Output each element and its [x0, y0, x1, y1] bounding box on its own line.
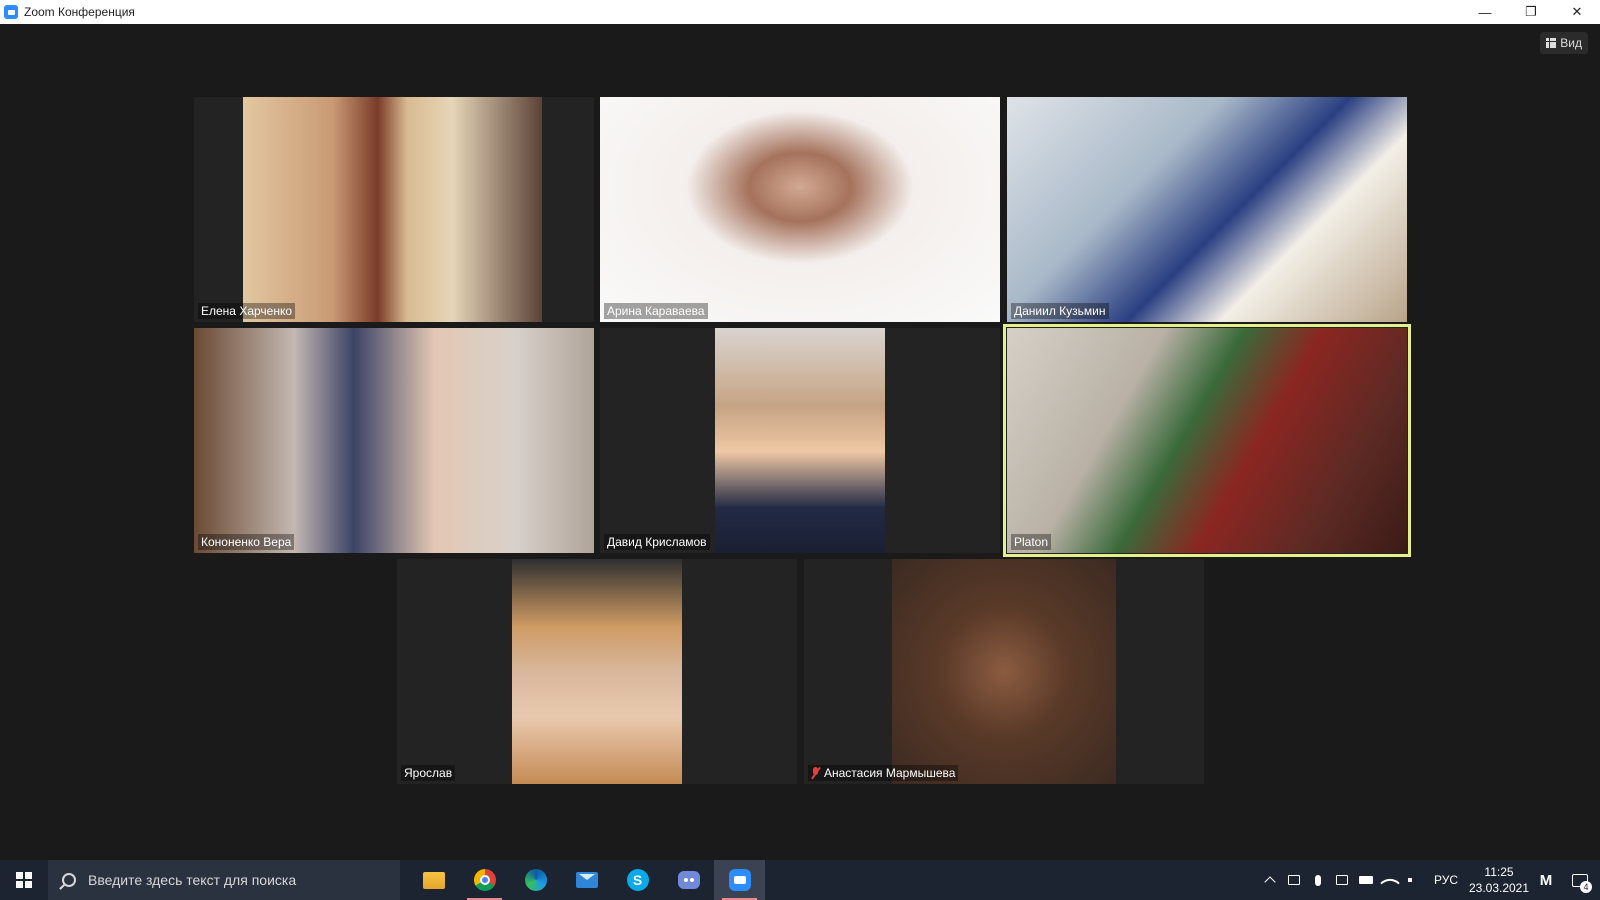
tray-microphone-icon[interactable]: [1306, 860, 1330, 900]
taskbar: Введите здесь текст для поиска S РУС 11:…: [0, 860, 1600, 900]
zoom-icon: [728, 869, 751, 891]
language-indicator[interactable]: РУС: [1426, 873, 1466, 887]
participant-video: [715, 328, 885, 553]
chevron-up-icon: [1264, 876, 1276, 888]
m-logo-icon[interactable]: M: [1532, 872, 1560, 889]
taskbar-mail[interactable]: [561, 860, 612, 900]
participant-name: Ярослав: [401, 765, 456, 781]
participant-name: Даниил Кузьмин: [1011, 303, 1109, 319]
participant-video: [243, 97, 542, 322]
participant-video: [194, 328, 594, 553]
taskbar-chrome[interactable]: [459, 860, 510, 900]
window-titlebar: Zoom Конференция — ❐ ✕: [0, 0, 1600, 24]
window-controls: — ❐ ✕: [1462, 0, 1600, 24]
folder-icon: [422, 871, 445, 889]
notification-center-button[interactable]: 4: [1560, 860, 1600, 900]
discord-icon: [677, 871, 700, 889]
participant-name: Platon: [1011, 534, 1052, 550]
search-icon: [62, 873, 76, 887]
taskbar-edge[interactable]: [510, 860, 561, 900]
taskbar-zoom[interactable]: [714, 860, 765, 900]
close-button[interactable]: ✕: [1554, 0, 1600, 24]
view-button-label: Вид: [1560, 36, 1582, 50]
participant-video: [512, 559, 682, 784]
participant-name: Елена Харченко: [198, 303, 296, 319]
participant-tile[interactable]: Кононенко Вера: [194, 328, 594, 553]
search-placeholder: Введите здесь текст для поиска: [88, 872, 297, 888]
gallery-view: Вид Елена Харченко Арина Караваева Дании…: [0, 24, 1600, 860]
participant-tile[interactable]: Арина Караваева: [600, 97, 1000, 322]
participant-tile[interactable]: Анастасия Мармышева: [804, 559, 1204, 784]
active-speaker-tile[interactable]: Platon: [1003, 324, 1411, 557]
participant-video: [1007, 97, 1407, 322]
taskbar-skype[interactable]: S: [612, 860, 663, 900]
notification-count: 4: [1580, 881, 1592, 893]
participant-tile[interactable]: Ярослав: [397, 559, 797, 784]
participant-name: Кононенко Вера: [198, 534, 295, 550]
taskbar-search[interactable]: Введите здесь текст для поиска: [48, 860, 400, 900]
tray-device-icon[interactable]: [1282, 860, 1306, 900]
edge-icon: [524, 869, 547, 891]
participant-name: Арина Караваева: [604, 303, 708, 319]
grid-icon: [1546, 38, 1557, 48]
wifi-icon[interactable]: [1378, 860, 1402, 900]
participant-video: [600, 97, 1000, 322]
chrome-icon: [473, 869, 496, 891]
minimize-button[interactable]: —: [1462, 0, 1508, 24]
taskbar-apps: S: [408, 860, 765, 900]
start-button[interactable]: [0, 860, 48, 900]
clock-time: 11:25: [1484, 865, 1514, 879]
participant-video: [1007, 328, 1407, 553]
system-tray: РУС 11:25 23.03.2021 M 4: [1258, 860, 1600, 900]
windows-logo-icon: [16, 872, 32, 888]
tray-display-icon[interactable]: [1330, 860, 1354, 900]
mail-icon: [575, 872, 598, 888]
maximize-button[interactable]: ❐: [1508, 0, 1554, 24]
clock-date: 23.03.2021: [1468, 881, 1530, 895]
clock[interactable]: 11:25 23.03.2021: [1466, 864, 1532, 896]
taskbar-file-explorer[interactable]: [408, 860, 459, 900]
participant-tile[interactable]: Даниил Кузьмин: [1007, 97, 1407, 322]
participant-tile[interactable]: Давид Крисламов: [600, 328, 1000, 553]
participant-tile[interactable]: Елена Харченко: [194, 97, 594, 322]
participant-name: Анастасия Мармышева: [808, 765, 959, 781]
participant-name: Давид Крисламов: [604, 534, 710, 550]
taskbar-discord[interactable]: [663, 860, 714, 900]
participant-video: [892, 559, 1116, 784]
zoom-app-icon: [4, 5, 18, 19]
window-title: Zoom Конференция: [24, 5, 135, 19]
battery-icon[interactable]: [1354, 860, 1378, 900]
view-button[interactable]: Вид: [1540, 32, 1588, 54]
muted-mic-icon: [811, 767, 820, 779]
volume-icon[interactable]: [1402, 860, 1426, 900]
show-hidden-icons-button[interactable]: [1258, 860, 1282, 900]
skype-icon: S: [626, 869, 649, 891]
